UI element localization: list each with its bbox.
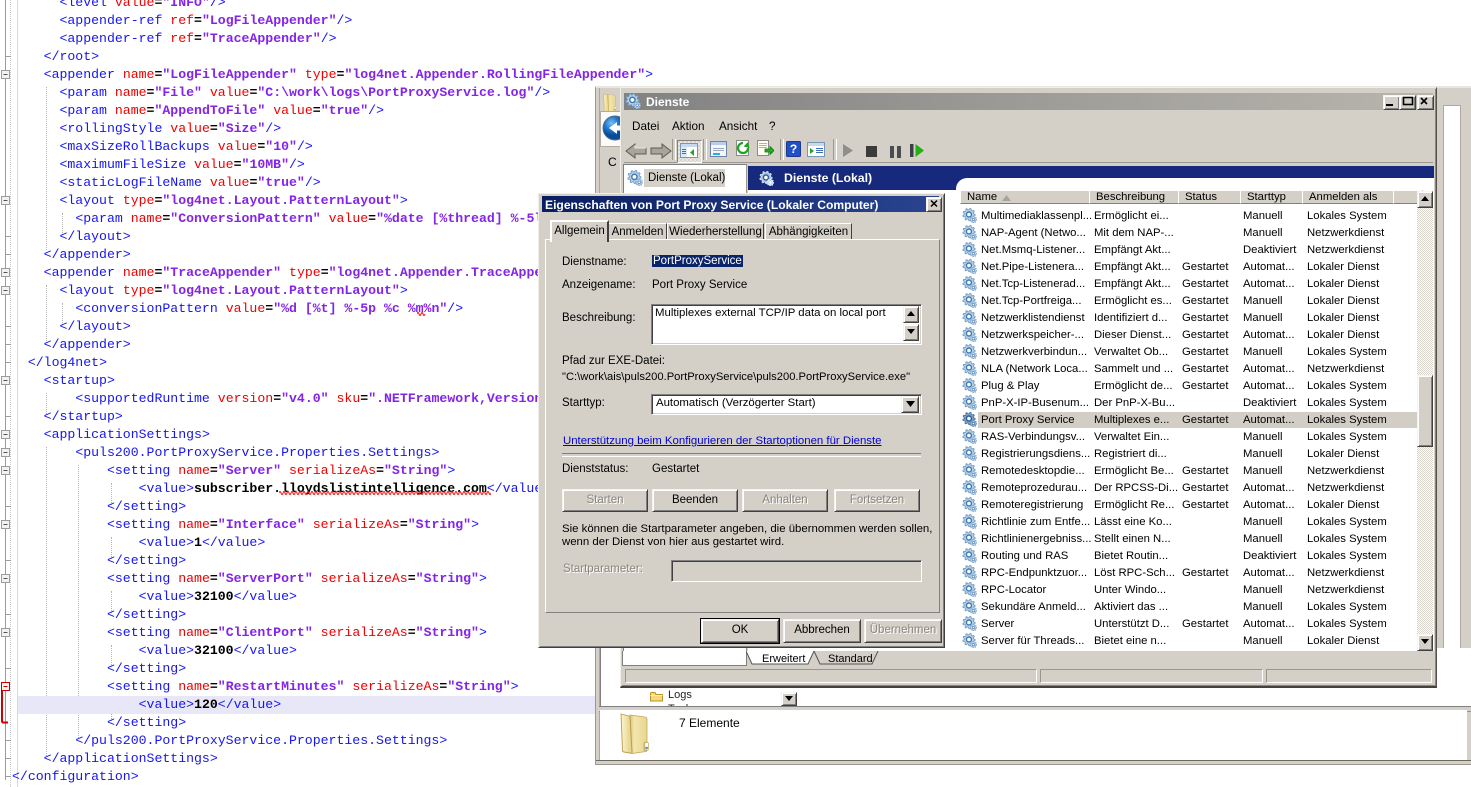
svg-text:Standard: Standard [828,653,873,665]
svg-text:Erweitert: Erweitert [762,653,805,665]
svg-text:?: ? [790,142,797,156]
